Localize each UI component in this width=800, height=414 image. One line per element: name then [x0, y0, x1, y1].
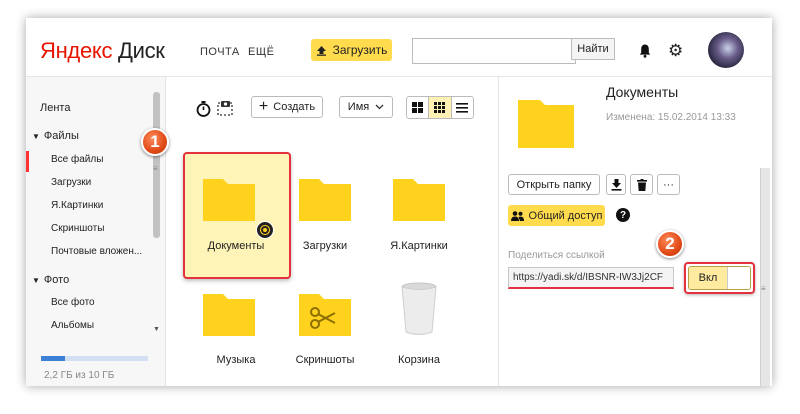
sidebar-item-feed[interactable]: Лента: [40, 102, 70, 114]
yandex-disk-logo[interactable]: Яндекс Диск: [40, 38, 165, 64]
callout-badge-2: 2: [656, 230, 684, 258]
view-small-tiles-button[interactable]: [428, 97, 452, 118]
more-actions-button[interactable]: ···: [657, 174, 680, 195]
share-link-toggle[interactable]: Вкл: [688, 266, 751, 290]
sort-dropdown[interactable]: Имя: [339, 96, 393, 118]
download-icon: [611, 178, 621, 191]
callout-badge-1: 1: [141, 128, 169, 156]
delete-button[interactable]: [630, 174, 653, 195]
share-link-field[interactable]: [508, 267, 674, 289]
sidebar-item-albums[interactable]: Альбомы: [51, 320, 94, 331]
panel-divider: [498, 77, 499, 386]
avatar[interactable]: [708, 32, 744, 68]
upload-icon: [316, 45, 326, 56]
sidebar-item-mail-attachments[interactable]: Почтовые вложен...: [51, 246, 142, 257]
file-name[interactable]: Корзина: [369, 354, 469, 366]
sidebar-section-photo[interactable]: ▼ Фото: [32, 274, 69, 286]
active-indicator: [26, 151, 29, 172]
screenshots-folder-icon[interactable]: [299, 290, 351, 336]
bell-icon[interactable]: [639, 44, 651, 58]
toggle-knob: [727, 267, 750, 289]
nav-more-link[interactable]: ЕЩЁ: [248, 46, 275, 58]
details-scrollbar[interactable]: [760, 168, 770, 386]
scrollbar-grip-icon: ≡: [153, 164, 158, 173]
trash-bin-icon: [636, 178, 647, 191]
plus-icon: +: [258, 98, 269, 115]
grid-large-icon: [412, 102, 424, 113]
sidebar-item-pictures[interactable]: Я.Картинки: [51, 200, 103, 211]
gear-icon[interactable]: ⚙: [668, 41, 683, 61]
create-button[interactable]: + Создать: [251, 96, 323, 118]
shared-badge-icon: [256, 221, 274, 239]
nav-mail-link[interactable]: ПОЧТА: [200, 46, 240, 58]
list-icon: [456, 102, 469, 113]
app-window: Яндекс Диск ПОЧТА ЕЩЁ Загрузить Найти ⚙ …: [26, 18, 772, 386]
file-name[interactable]: Музыка: [186, 354, 286, 366]
folder-icon[interactable]: [299, 175, 351, 221]
sidebar-divider: [165, 77, 166, 386]
expand-triangle-icon: ▼: [32, 276, 40, 285]
scrollbar-grip-icon: ≡: [761, 284, 766, 293]
grid-small-icon: [434, 102, 446, 113]
scroll-down-icon[interactable]: ▼: [153, 326, 160, 333]
sidebar-item-all-files[interactable]: Все файлы: [51, 154, 103, 165]
open-folder-button[interactable]: Открыть папку: [508, 174, 600, 195]
view-switcher: [406, 96, 474, 119]
view-large-tiles-button[interactable]: [407, 97, 428, 118]
details-modified: Изменена: 15.02.2014 13:33: [606, 112, 736, 123]
search-input[interactable]: [412, 38, 576, 64]
file-name[interactable]: Загрузки: [275, 240, 375, 252]
search-button[interactable]: Найти: [571, 38, 615, 60]
view-list-button[interactable]: [452, 97, 473, 118]
stopwatch-icon[interactable]: [196, 100, 212, 118]
sidebar-item-downloads[interactable]: Загрузки: [51, 177, 91, 188]
chevron-down-icon: [375, 104, 384, 110]
folder-icon[interactable]: [393, 175, 445, 221]
storage-progress-fill: [41, 356, 65, 361]
users-icon: [510, 210, 524, 221]
download-button[interactable]: [606, 174, 626, 195]
sidebar-section-files[interactable]: ▼ Файлы: [32, 130, 79, 142]
trash-icon[interactable]: [400, 282, 438, 336]
shared-access-button[interactable]: Общий доступ: [508, 205, 605, 226]
file-name[interactable]: Документы: [186, 240, 286, 252]
folder-icon[interactable]: [203, 290, 255, 336]
expand-triangle-icon: ▼: [32, 132, 40, 141]
toggle-on-label: Вкл: [689, 267, 727, 289]
folder-icon[interactable]: [203, 175, 255, 221]
details-title: Документы: [606, 84, 679, 100]
file-name[interactable]: Скриншоты: [275, 354, 375, 366]
sidebar-item-all-photos[interactable]: Все фото: [51, 297, 95, 308]
file-name[interactable]: Я.Картинки: [369, 240, 469, 252]
storage-text: 2,2 ГБ из 10 ГБ: [44, 370, 115, 381]
camera-select-icon[interactable]: [215, 99, 235, 119]
folder-preview-icon: [518, 100, 574, 148]
share-link-label: Поделиться ссылкой: [508, 250, 605, 261]
sidebar-item-screenshots[interactable]: Скриншоты: [51, 223, 104, 234]
upload-button[interactable]: Загрузить: [311, 39, 392, 61]
help-icon[interactable]: ?: [616, 208, 630, 222]
